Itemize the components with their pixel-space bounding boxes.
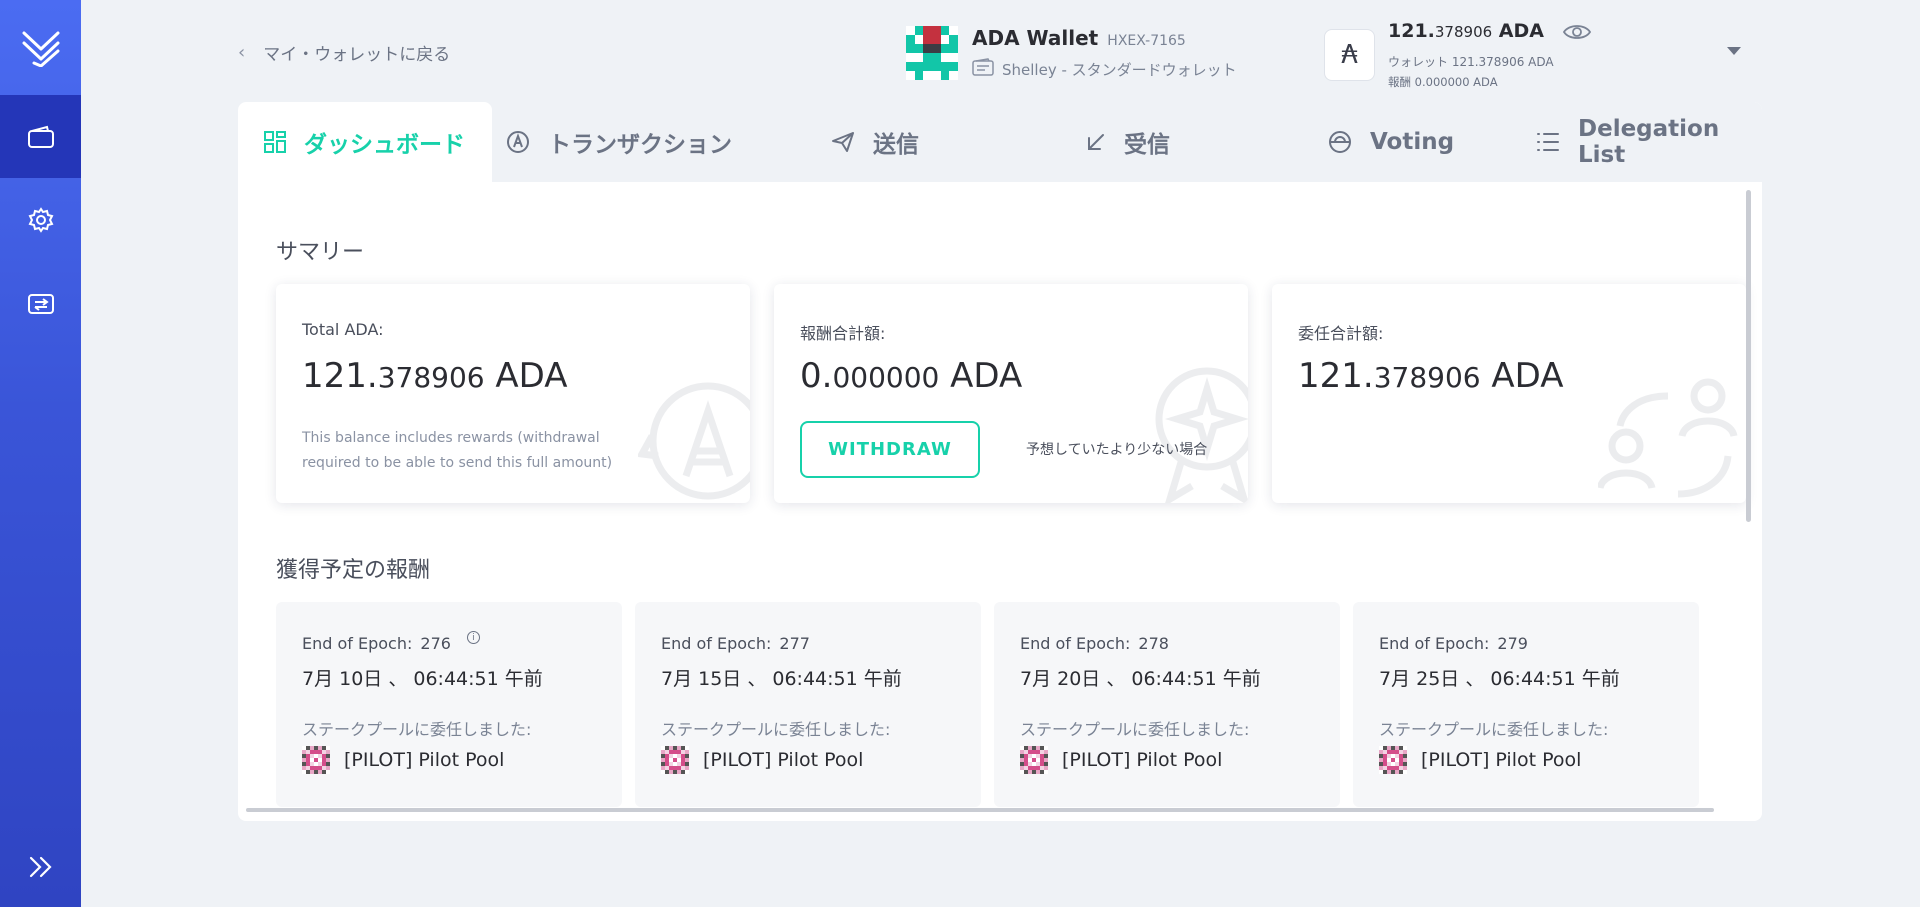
gear-icon xyxy=(28,206,54,233)
sidebar xyxy=(0,0,81,907)
yoroi-logo-icon[interactable] xyxy=(0,0,81,95)
delegated-total-label: 委任合計額: xyxy=(1298,324,1384,343)
rewards-total-label: 報酬合計額: xyxy=(800,324,886,343)
epoch-delegated-label: ステークプールに委任しました: xyxy=(1379,720,1609,739)
tab-label: ダッシュボード xyxy=(304,132,465,158)
list-icon xyxy=(1536,131,1560,153)
total-ada-card: Total ADA: 121.378906 ADA This balance i… xyxy=(276,284,750,503)
tab-delegation-list[interactable]: Delegation List xyxy=(1536,102,1762,182)
transactions-icon xyxy=(506,130,530,154)
epoch-card: End of Epoch: 276 i 7月 10日 、 06:44:51 午前 ス… xyxy=(276,602,622,807)
wallet-dropdown-caret-icon[interactable] xyxy=(1727,47,1741,55)
delegated-total-amount: 121.378906 ADA xyxy=(1298,356,1564,396)
sidebar-item-transfer[interactable] xyxy=(0,261,81,344)
epoch-delegated-label: ステークプールに委任しました: xyxy=(302,720,532,739)
pool-avatar-icon xyxy=(1020,746,1048,774)
withdraw-button[interactable]: WITHDRAW xyxy=(800,421,980,478)
epoch-pool: [PILOT] Pilot Pool xyxy=(302,746,504,774)
chevron-left-icon: ‹ xyxy=(238,42,246,63)
epoch-card: End of Epoch: 278 7月 20日 、 06:44:51 午前 ステ… xyxy=(994,602,1340,807)
header-reward-balance: 報酬 0.000000 ADA xyxy=(1388,75,1498,89)
pool-name[interactable]: [PILOT] Pilot Pool xyxy=(1062,749,1222,771)
epoch-date: 7月 15日 、 06:44:51 午前 xyxy=(661,668,902,690)
tab-label: Delegation List xyxy=(1578,116,1720,168)
pool-avatar-icon xyxy=(302,746,330,774)
sidebar-item-settings[interactable] xyxy=(0,178,81,261)
dashboard-icon xyxy=(264,131,286,153)
epoch-delegated-label: ステークプールに委任しました: xyxy=(661,720,891,739)
total-ada-amount: 121.378906 ADA xyxy=(302,356,568,396)
send-icon xyxy=(831,131,855,153)
summary-title: サマリー xyxy=(276,240,365,265)
epoch-number: 278 xyxy=(1138,634,1169,653)
epoch-card: End of Epoch: 277 7月 15日 、 06:44:51 午前 ステ… xyxy=(635,602,981,807)
back-to-wallets-link[interactable]: ‹ マイ・ウォレットに戻る xyxy=(238,40,450,65)
delegated-total-card: 委任合計額: 121.378906 ADA xyxy=(1272,284,1746,503)
wallet-plate-id: HXEX-7165 xyxy=(1107,33,1186,49)
header-wallet-balance: ウォレット 121.378906 ADA xyxy=(1388,55,1554,69)
epoch-date: 7月 25日 、 06:44:51 午前 xyxy=(1379,668,1620,690)
voting-icon xyxy=(1328,130,1352,154)
rewards-total-amount: 0.000000 ADA xyxy=(800,356,1023,396)
epoch-number: 277 xyxy=(779,634,810,653)
epoch-pool: [PILOT] Pilot Pool xyxy=(1020,746,1222,774)
tab-send[interactable]: 送信 xyxy=(831,102,919,182)
epoch-delegated-label: ステークプールに委任しました: xyxy=(1020,720,1250,739)
epoch-number: 279 xyxy=(1497,634,1528,653)
ada-watermark-icon xyxy=(636,376,750,503)
tab-transactions[interactable]: トランザクション xyxy=(506,102,732,182)
epoch-pool: [PILOT] Pilot Pool xyxy=(1379,746,1581,774)
ada-currency-icon: ₳ xyxy=(1324,29,1375,81)
wallet-type-icon xyxy=(972,58,994,80)
wallet-icon xyxy=(27,125,55,149)
pool-avatar-icon xyxy=(661,746,689,774)
total-ada-note: This balance includes rewards (withdrawa… xyxy=(302,430,613,471)
tab-receive[interactable]: 受信 xyxy=(1086,102,1170,182)
main-card: ダッシュボード トランザクション 送信 受信 Voting Delegation… xyxy=(238,102,1762,821)
back-label: マイ・ウォレットに戻る xyxy=(263,45,451,65)
wallet-type: Shelley - スタンダードウォレット xyxy=(1002,60,1237,79)
epoch-pool: [PILOT] Pilot Pool xyxy=(661,746,863,774)
pool-name[interactable]: [PILOT] Pilot Pool xyxy=(344,749,504,771)
delegation-users-watermark-icon xyxy=(1596,366,1746,503)
receive-icon xyxy=(1086,132,1106,152)
rewards-total-card: 報酬合計額: 0.000000 ADA WITHDRAW 予想していたより少ない… xyxy=(774,284,1248,503)
epoch-date: 7月 20日 、 06:44:51 午前 xyxy=(1020,668,1261,690)
epoch-card: End of Epoch: 279 7月 25日 、 06:44:51 午前 ステ… xyxy=(1353,602,1699,807)
wallet-plate-icon xyxy=(906,26,958,80)
vertical-scrollbar[interactable] xyxy=(1746,190,1751,522)
sidebar-item-wallets[interactable] xyxy=(0,95,81,178)
wallet-name: ADA Wallet xyxy=(972,26,1099,50)
epoch-date: 7月 10日 、 06:44:51 午前 xyxy=(302,668,543,690)
pool-name[interactable]: [PILOT] Pilot Pool xyxy=(703,749,863,771)
pool-name[interactable]: [PILOT] Pilot Pool xyxy=(1421,749,1581,771)
tab-label: Voting xyxy=(1370,129,1455,155)
reward-medal-watermark-icon xyxy=(1152,364,1248,503)
pool-avatar-icon xyxy=(1379,746,1407,774)
wallet-info: ADA Wallet HXEX-7165 Shelley - スタンダードウォレ… xyxy=(906,26,1237,80)
horizontal-scrollbar[interactable] xyxy=(246,808,1714,812)
tab-label: 受信 xyxy=(1124,132,1170,158)
eye-icon[interactable] xyxy=(1562,22,1592,46)
tab-label: トランザクション xyxy=(548,132,732,158)
tab-label: 送信 xyxy=(873,132,919,158)
tab-bar: ダッシュボード トランザクション 送信 受信 Voting Delegation… xyxy=(238,102,1762,182)
tab-voting[interactable]: Voting xyxy=(1328,102,1454,182)
total-ada-label: Total ADA: xyxy=(302,320,384,339)
epoch-number: 276 xyxy=(420,634,451,653)
info-icon[interactable]: i xyxy=(466,631,480,644)
transfer-icon xyxy=(27,291,55,315)
tab-dashboard[interactable]: ダッシュボード xyxy=(238,102,492,182)
header-balance: 121.378906 ADA xyxy=(1388,20,1544,42)
upcoming-rewards-title: 獲得予定の報酬 xyxy=(276,558,431,583)
double-chevron-right-icon[interactable] xyxy=(0,847,81,887)
